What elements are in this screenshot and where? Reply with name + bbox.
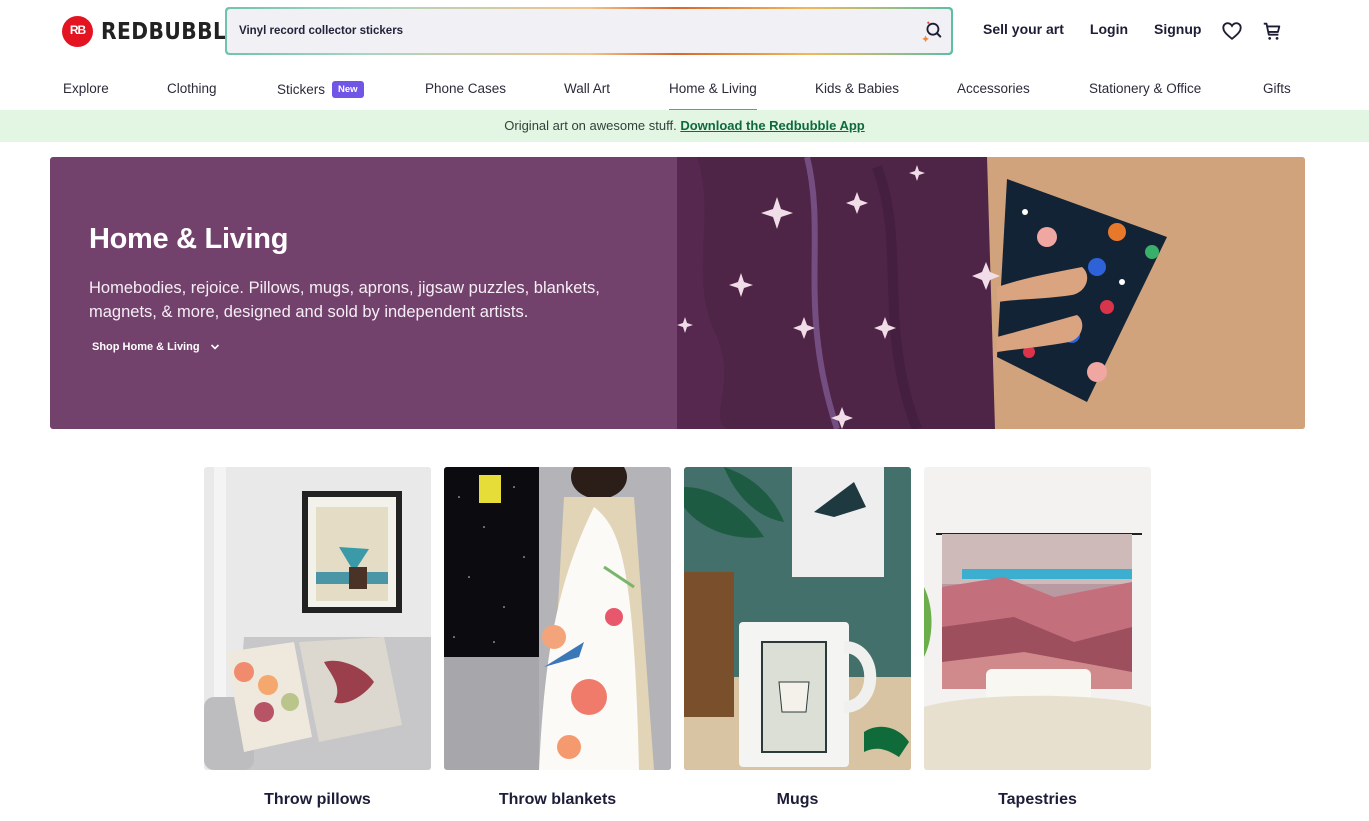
product-tile-mugs[interactable]: Mugs [684,467,911,808]
tile-label: Mugs [776,791,819,808]
heart-icon[interactable] [1221,20,1243,42]
sell-your-art-link[interactable]: Sell your art [983,21,1064,37]
login-link[interactable]: Login [1090,21,1128,37]
new-badge: New [332,81,364,98]
promo-text: Original art on awesome stuff. [504,118,677,133]
download-app-link[interactable]: Download the Redbubble App [680,118,864,133]
nav-clothing[interactable]: Clothing [167,81,217,96]
hero-banner: Home & Living Homebodies, rejoice. Pillo… [50,157,1305,429]
nav-stationery-office[interactable]: Stationery & Office [1089,81,1201,96]
site-header: RB REDBUBBLE Sell your art Login Signup [0,0,1369,62]
signup-link[interactable]: Signup [1154,21,1201,37]
tile-label: Throw pillows [264,791,371,808]
nav-wall-art[interactable]: Wall Art [564,81,610,96]
cart-icon[interactable] [1261,20,1283,42]
nav-kids-babies[interactable]: Kids & Babies [815,81,899,96]
throw-blankets-image [444,455,671,770]
nav-stickers[interactable]: Stickers New [277,81,364,98]
shop-home-living-dropdown[interactable]: Shop Home & Living [92,341,220,353]
product-tile-throw-pillows[interactable]: Throw pillows [204,467,431,808]
tile-label: Tapestries [998,791,1077,808]
nav-gifts[interactable]: Gifts [1263,81,1291,96]
hero-description: Homebodies, rejoice. Pillows, mugs, apro… [89,279,600,321]
search-bar [225,7,953,55]
logo-text: REDBUBBLE [101,18,241,45]
nav-explore[interactable]: Explore [63,81,109,96]
product-tile-tapestries[interactable]: Tapestries [924,467,1151,808]
mugs-image [684,467,911,770]
nav-phone-cases[interactable]: Phone Cases [425,81,506,96]
search-icon[interactable] [921,20,943,42]
product-tile-throw-blankets[interactable]: Throw blankets [444,455,671,808]
throw-pillows-image [204,467,431,770]
tapestries-image [924,467,1151,770]
tile-label: Throw blankets [498,791,617,808]
nav-accessories[interactable]: Accessories [957,81,1030,96]
hero-title: Home & Living [89,223,289,255]
search-input[interactable] [239,25,879,37]
hero-image-blanket-pillow [677,157,1305,429]
nav-home-living[interactable]: Home & Living [669,81,757,111]
chevron-down-icon [210,344,219,350]
category-nav: Explore Clothing Stickers New Phone Cases… [0,62,1369,111]
logo-icon: RB [62,16,93,47]
promo-banner: Original art on awesome stuff. Download … [0,110,1369,142]
